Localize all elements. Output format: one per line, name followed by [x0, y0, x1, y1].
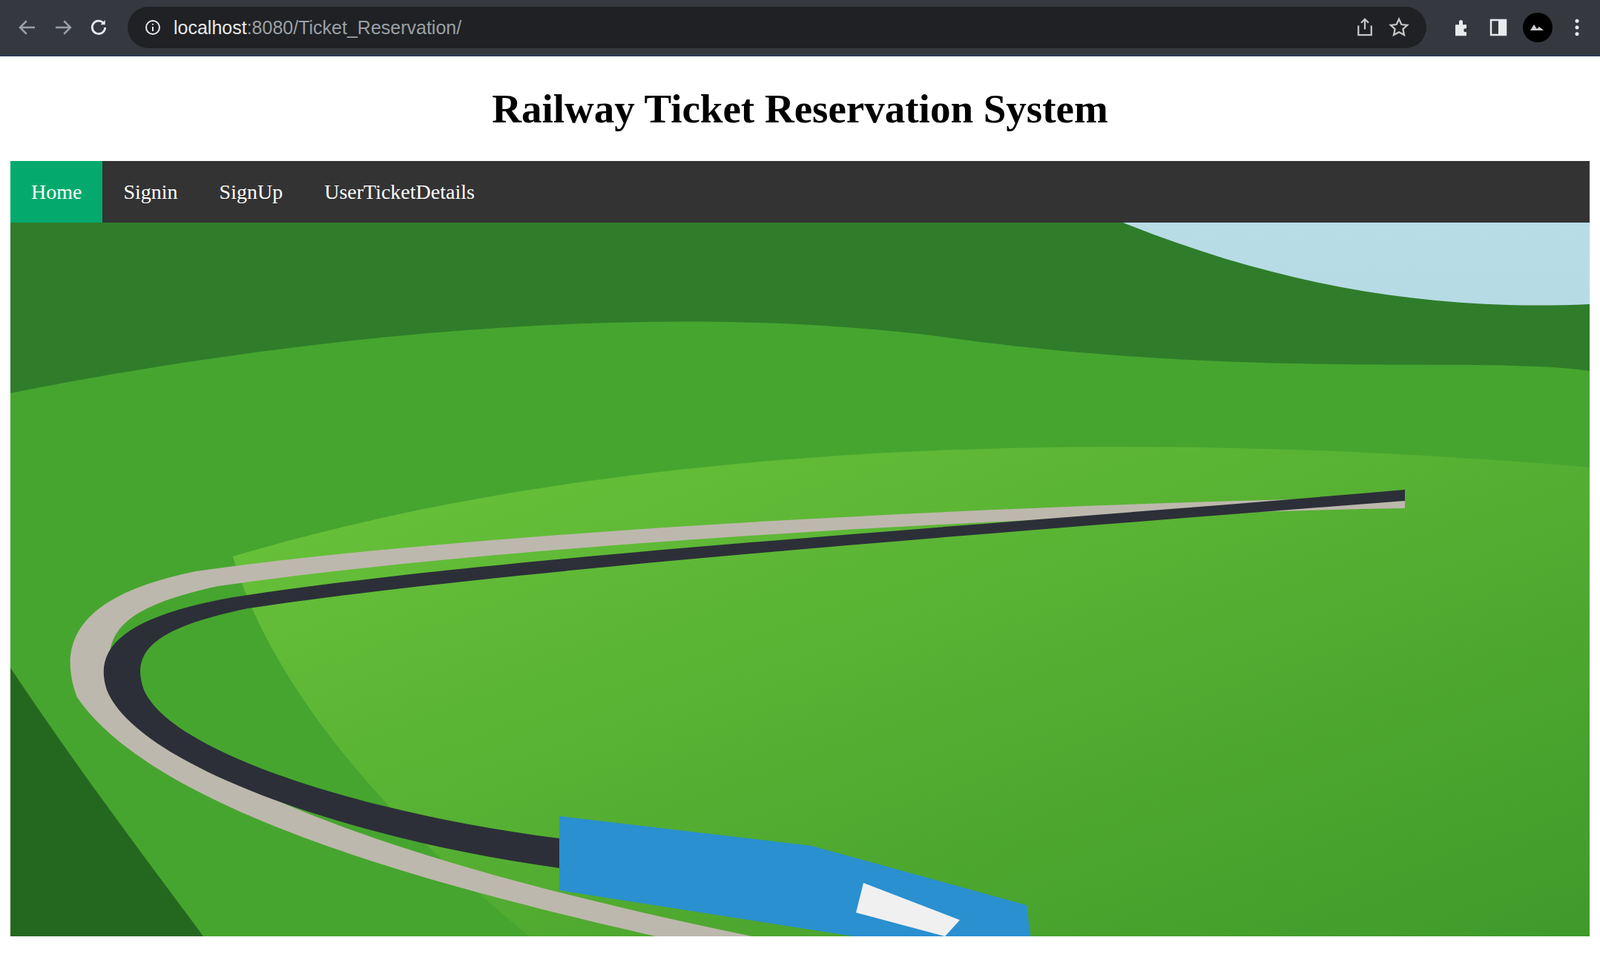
- nav-item[interactable]: UserTicketDetails: [303, 160, 496, 223]
- nav-item[interactable]: Home: [10, 160, 103, 223]
- profile-avatar-icon[interactable]: [1522, 12, 1553, 43]
- back-arrow-icon[interactable]: [16, 16, 39, 39]
- nav-item[interactable]: SignUp: [198, 160, 305, 223]
- info-icon[interactable]: [143, 18, 162, 37]
- url-text[interactable]: localhost:8080/Ticket_Reservation/: [173, 17, 462, 39]
- train-photo: [10, 222, 1590, 937]
- star-icon[interactable]: [1387, 16, 1411, 39]
- menu-dots-icon[interactable]: [1565, 16, 1589, 39]
- side-panel-icon[interactable]: [1487, 16, 1510, 39]
- forward-arrow-icon[interactable]: [51, 16, 75, 39]
- browser-window: localhost:8080/Ticket_Reservation/Railwa…: [0, 0, 1600, 966]
- page: Railway Ticket Reservation SystemHomeSig…: [0, 56, 1600, 937]
- extensions-icon[interactable]: [1451, 16, 1474, 39]
- share-icon[interactable]: [1353, 16, 1376, 39]
- nav-item[interactable]: Signin: [102, 160, 199, 223]
- page-title: Railway Ticket Reservation System: [10, 56, 1590, 161]
- reload-icon[interactable]: [87, 16, 110, 39]
- browser-toolbar: localhost:8080/Ticket_Reservation/: [0, 0, 1600, 57]
- address-bar[interactable]: localhost:8080/Ticket_Reservation/: [127, 6, 1427, 49]
- nav-bar: HomeSigninSignUpUserTicketDetails: [10, 160, 1590, 223]
